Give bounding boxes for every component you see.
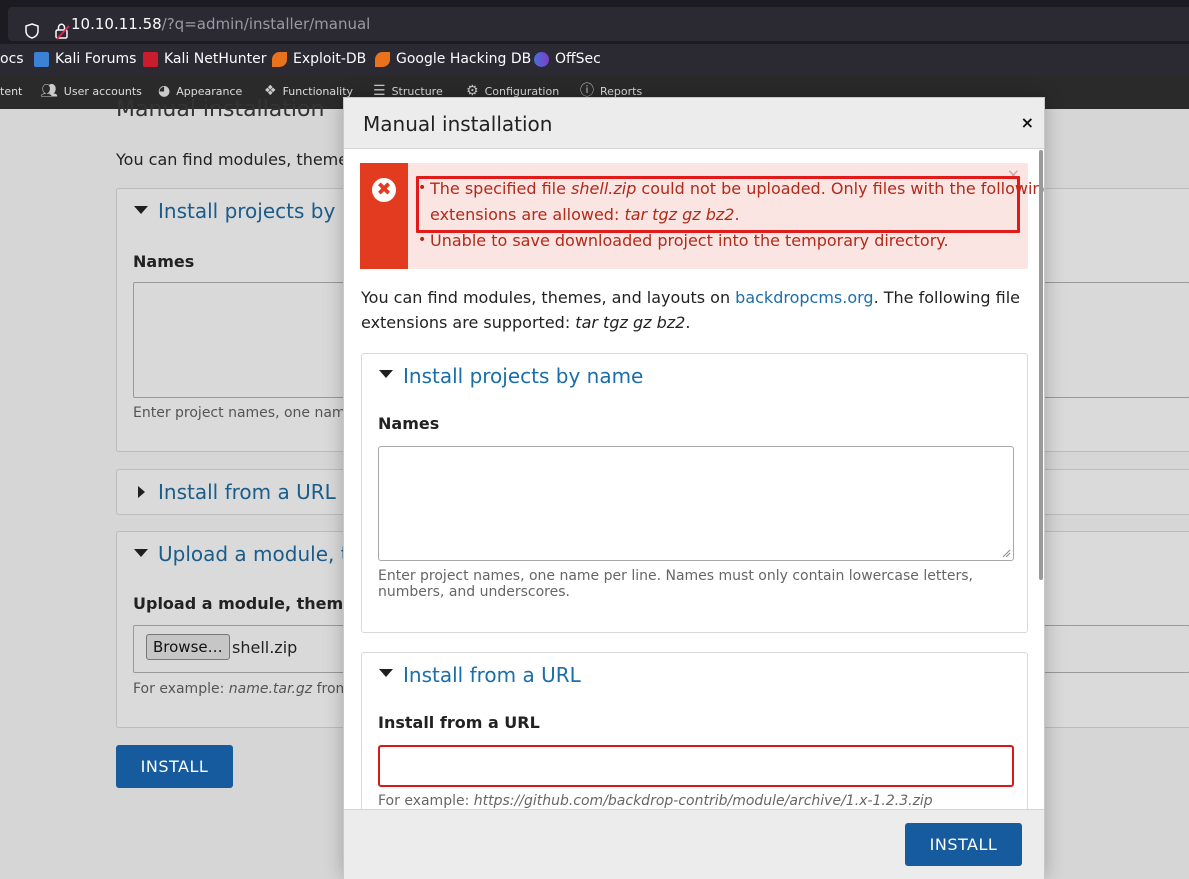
collapse-arrow-icon[interactable]	[134, 206, 148, 214]
exploit-db-icon	[272, 51, 287, 67]
supported-extensions: tar tgz gz bz2	[575, 313, 686, 332]
offsec-icon	[534, 51, 549, 67]
url-input[interactable]	[378, 745, 1014, 787]
bookmark-label: Kali NetHunter	[164, 51, 267, 67]
url-text[interactable]: 10.10.11.58/?q=admin/installer/manual	[71, 15, 370, 33]
names-description: Enter project names, one name per line. …	[378, 568, 973, 600]
bookmark-exploit-db[interactable]: Exploit-DB	[272, 51, 366, 67]
example-url: https://github.com/backdrop-contrib/modu…	[473, 793, 933, 809]
url-label: Install from a URL	[378, 713, 540, 732]
collapse-arrow-icon[interactable]	[134, 549, 148, 557]
shield-icon[interactable]	[25, 23, 39, 39]
bookmark-label: Kali Forums	[55, 51, 137, 67]
highlight-annotation	[416, 176, 1020, 233]
admin-menu-content[interactable]: tent	[0, 85, 22, 98]
collapse-arrow-icon[interactable]	[379, 669, 393, 677]
ghdb-icon	[375, 51, 390, 67]
names-label: Names	[133, 252, 195, 271]
bookmark-docs[interactable]: ocs	[0, 51, 24, 67]
dialog-header: Manual installation ×	[344, 98, 1044, 149]
manual-installation-dialog: Manual installation × ✖ × • The specifie…	[343, 97, 1045, 879]
bookmark-label: ocs	[0, 51, 24, 67]
url-description: For example: https://github.com/backdrop…	[378, 793, 933, 809]
dialog-title: Manual installation	[363, 112, 553, 136]
fieldset-install-from-url: Install from a URL Install from a URL Fo…	[361, 652, 1028, 809]
palette-icon: ◕	[158, 83, 171, 99]
intro-text: .	[685, 313, 691, 332]
url-path: /?q=admin/installer/manual	[161, 15, 371, 33]
intro-text: You can find modules, themes, and layout…	[361, 288, 736, 307]
kali-nethunter-icon	[143, 51, 158, 67]
fieldset-install-by-name: Install projects by name Names Enter pro…	[361, 353, 1028, 633]
error-line-3: Unable to save downloaded project into t…	[430, 231, 949, 250]
dialog-body: ✖ × • The specified file shell.zip could…	[344, 150, 1044, 809]
names-description: Enter project names, one name	[133, 405, 355, 421]
bookmark-label: OffSec	[555, 51, 601, 67]
dialog-intro-line-2: extensions are supported: tar tgz gz bz2…	[361, 313, 690, 332]
fieldset-legend[interactable]: Install projects by na	[158, 199, 367, 223]
browser-toolbar: 10.10.11.58/?q=admin/installer/manual	[0, 0, 1189, 44]
resize-handle-icon[interactable]	[1002, 549, 1011, 558]
layers-icon: ☰	[373, 83, 386, 99]
url-host: 10.10.11.58	[71, 15, 162, 33]
page-intro: You can find modules, themes,	[116, 150, 362, 169]
fieldset-legend[interactable]: Install projects by name	[403, 364, 643, 388]
intro-text: . The following file	[873, 288, 1020, 307]
error-message: ✖ × • The specified file shell.zip could…	[360, 163, 1044, 269]
puzzle-icon: ❖	[264, 83, 277, 99]
collapse-arrow-icon[interactable]	[379, 370, 393, 378]
dialog-footer: INSTALL	[344, 809, 1044, 879]
dialog-scrollbar[interactable]	[1039, 150, 1043, 580]
install-button[interactable]: INSTALL	[905, 823, 1022, 866]
example-filename: name.tar.gz	[228, 681, 313, 697]
browse-button[interactable]: Browse…	[146, 634, 230, 660]
close-icon[interactable]: ×	[1021, 113, 1034, 132]
error-strip: ✖	[360, 163, 408, 269]
bookmark-label: Google Hacking DB	[396, 51, 532, 67]
names-textarea[interactable]	[378, 446, 1014, 561]
error-icon: ✖	[372, 178, 396, 202]
info-icon: ⓘ	[580, 83, 594, 99]
bookmark-ghdb[interactable]: Google Hacking DB	[375, 51, 531, 67]
upload-description: For example: name.tar.gz from	[133, 681, 349, 697]
upload-label: Upload a module, theme, o	[133, 594, 377, 613]
bookmark-kali-nethunter[interactable]: Kali NetHunter	[143, 51, 266, 67]
bookmark-kali-forums[interactable]: Kali Forums	[34, 51, 136, 67]
lock-warning-icon[interactable]	[54, 22, 70, 40]
selected-file-name: shell.zip	[232, 638, 298, 657]
kali-forums-icon	[34, 51, 49, 67]
page-title: Manual installation	[116, 97, 325, 122]
fieldset-legend[interactable]: Install from a URL	[403, 663, 581, 687]
admin-menu-label: tent	[0, 85, 23, 98]
bookmark-label: Exploit-DB	[293, 51, 367, 67]
install-button-background[interactable]: INSTALL	[116, 745, 233, 788]
dialog-intro-line-1: You can find modules, themes, and layout…	[361, 288, 1020, 307]
gear-icon: ⚙	[466, 83, 479, 99]
users-icon: 👥︎	[40, 83, 58, 99]
expand-arrow-icon[interactable]	[138, 486, 145, 498]
fieldset-legend[interactable]: Install from a URL	[158, 480, 336, 504]
bullet: •	[418, 232, 427, 248]
bookmarks-toolbar: ocs Kali Forums Kali NetHunter Exploit-D…	[0, 44, 1189, 76]
example-prefix: For example:	[378, 793, 474, 809]
names-label: Names	[378, 414, 440, 433]
fieldset-legend[interactable]: Upload a module, the	[158, 542, 374, 566]
example-prefix: For example:	[133, 681, 229, 697]
intro-text: extensions are supported:	[361, 313, 576, 332]
backdropcms-link[interactable]: backdropcms.org	[735, 288, 873, 307]
bookmark-offsec[interactable]: OffSec	[534, 51, 601, 67]
